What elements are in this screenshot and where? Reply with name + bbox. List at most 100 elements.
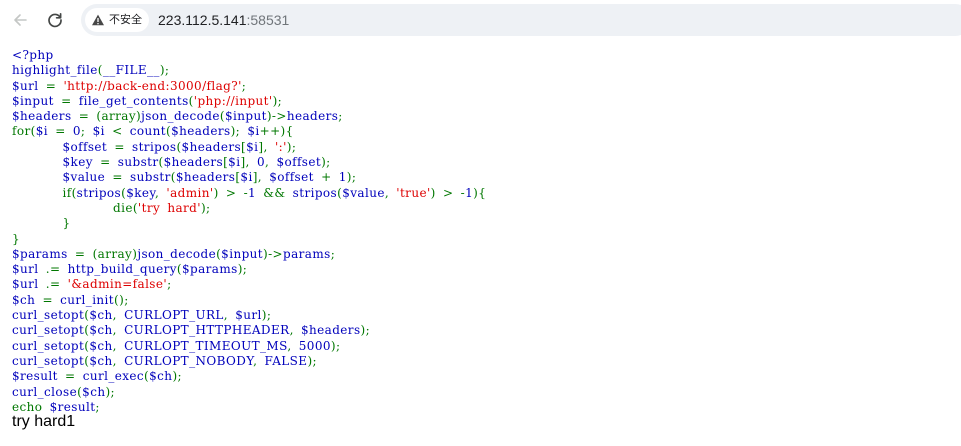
code-token: ); [172,369,182,384]
code-token: && [263,185,293,200]
code-token: $headers [181,139,242,154]
code-token: die( [12,200,138,215]
code-token: params [283,246,331,261]
code-token: 1 [248,185,264,200]
code-token: curl_setopt [12,308,85,323]
code-token: $ch [12,292,43,307]
code-token: ) > - [213,185,249,200]
code-token: (); [114,292,129,307]
code-token: $i [35,124,56,139]
code-token: json_decode [137,246,217,261]
code-token: 5000 [298,338,331,353]
code-line: curl_setopt($ch, CURLOPT_URL, $url); [12,308,486,323]
code-token: ) > - [430,185,466,200]
code-token: ; [330,246,336,261]
code-token: $headers [163,155,224,170]
code-token: ], [240,155,257,170]
code-token: $headers [12,109,79,124]
code-token: $headers [175,170,236,185]
code-token: $input [221,246,264,261]
code-token: ; [167,277,172,292]
code-token: $params [182,262,238,277]
code-token: = [45,78,64,93]
code-line: $key = substr($headers[$i], 0, $offset); [12,155,486,170]
security-indicator[interactable]: 不安全 [85,8,149,32]
code-token: CURLOPT_HTTPHEADER [124,323,290,338]
code-token: for( [12,124,36,139]
code-token: ); [321,155,331,170]
code-line: $params = (array)json_decode($input)->pa… [12,247,486,262]
code-line: $url = 'http://back-end:3000/flag?'; [12,79,486,94]
code-token: curl_exec [82,369,145,384]
code-token: substr [130,170,171,185]
code-token: , [253,353,265,368]
url-host: 223.112.5.141 [158,12,247,28]
code-line: curl_setopt($ch, CURLOPT_NOBODY, FALSE); [12,354,486,369]
code-token: $params [12,246,75,261]
code-token: = (array) [78,109,142,124]
code-token: $offset [269,170,322,185]
code-token: substr [117,155,159,170]
code-token: = [55,124,73,139]
code-token: $url [12,78,46,93]
code-line: $input = file_get_contents('php://input'… [12,94,486,109]
code-token: ; [95,399,100,414]
reload-button[interactable] [41,6,69,34]
code-token: $value [342,185,385,200]
code-token: = [42,292,61,307]
code-token: = [61,93,79,108]
php-source-code: <?php highlight_file(__FILE__); $url = 'ht… [12,48,486,415]
code-token: ); [346,170,357,185]
code-token: ], [258,139,275,154]
code-line: $ch = curl_init(); [12,293,486,308]
code-token: ); [237,262,248,277]
code-token: http_build_query [67,262,177,277]
code-token: , [287,338,299,353]
code-token: ; [80,124,93,139]
code-token: ':' [274,139,287,154]
code-token: , [112,353,125,368]
arrow-left-icon [12,12,28,28]
code-token: ); [307,353,317,368]
code-token: CURLOPT_URL [124,308,224,323]
code-token: $ch [82,384,106,399]
code-token: } [12,231,21,246]
code-token: FALSE [264,353,308,368]
code-token: < [112,124,130,139]
code-token: 'admin' [166,185,214,200]
code-token: , [112,323,125,338]
code-token: ); [286,139,297,154]
code-token: $url [235,308,262,323]
code-token: $input [224,109,267,124]
code-line: } [12,232,486,247]
code-token: $i [92,124,113,139]
code-token: ], [252,170,270,185]
code-token: , [289,323,301,338]
code-token: stripos [292,185,338,200]
url-text[interactable]: 223.112.5.141:58531 [158,4,289,36]
code-token: ++){ [259,124,294,139]
back-button[interactable] [6,6,34,34]
code-line: highlight_file(__FILE__); [12,63,486,78]
code-token: curl_setopt [12,338,85,353]
address-bar[interactable]: 不安全 223.112.5.141:58531 [81,4,961,36]
code-token: $key [62,155,101,170]
code-token: $i [228,155,241,170]
browser-toolbar: 不安全 223.112.5.141:58531 [0,0,961,40]
code-line: echo $result; [12,400,486,415]
code-token: $ch [89,323,113,338]
code-token: curl_init [60,292,115,307]
code-token: 0 [72,124,81,139]
code-token: $value [62,170,113,185]
code-token: $result [12,369,66,384]
code-token: .= [45,262,68,277]
code-token: , [154,185,167,200]
code-token: count [129,124,166,139]
code-token: $ch [89,338,113,353]
code-token: 1 [338,170,347,185]
url-port: :58531 [246,12,290,28]
code-line: curl_close($ch); [12,385,486,400]
page-output-text: try hard1 [12,413,76,430]
